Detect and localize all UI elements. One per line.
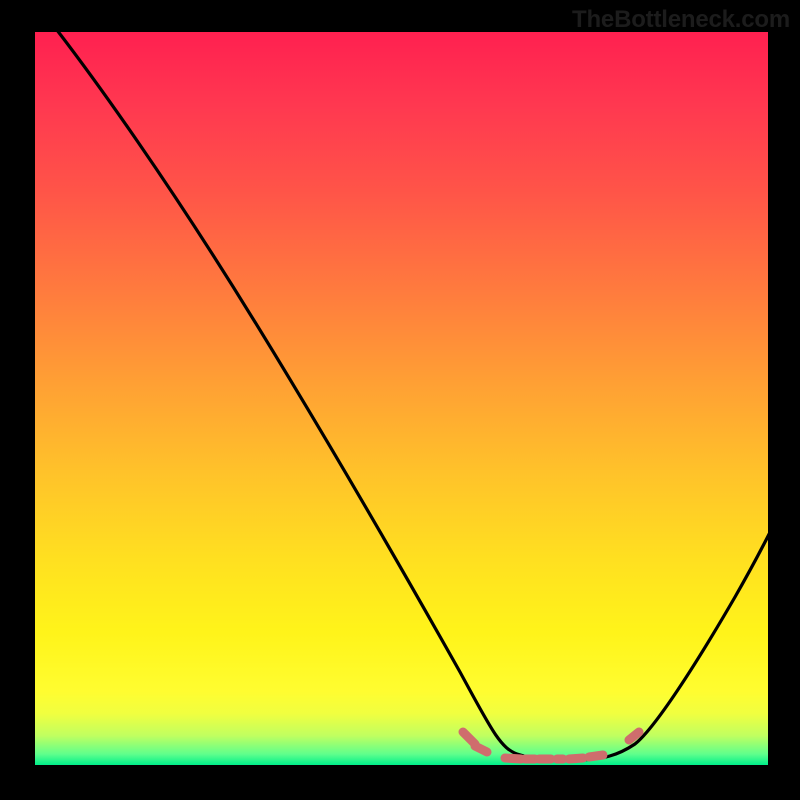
watermark-text: TheBottleneck.com bbox=[572, 6, 790, 34]
main-curve bbox=[35, 32, 768, 760]
curve-layer bbox=[35, 32, 768, 765]
plot-area bbox=[35, 32, 768, 765]
chart-canvas: TheBottleneck.com bbox=[0, 0, 800, 800]
